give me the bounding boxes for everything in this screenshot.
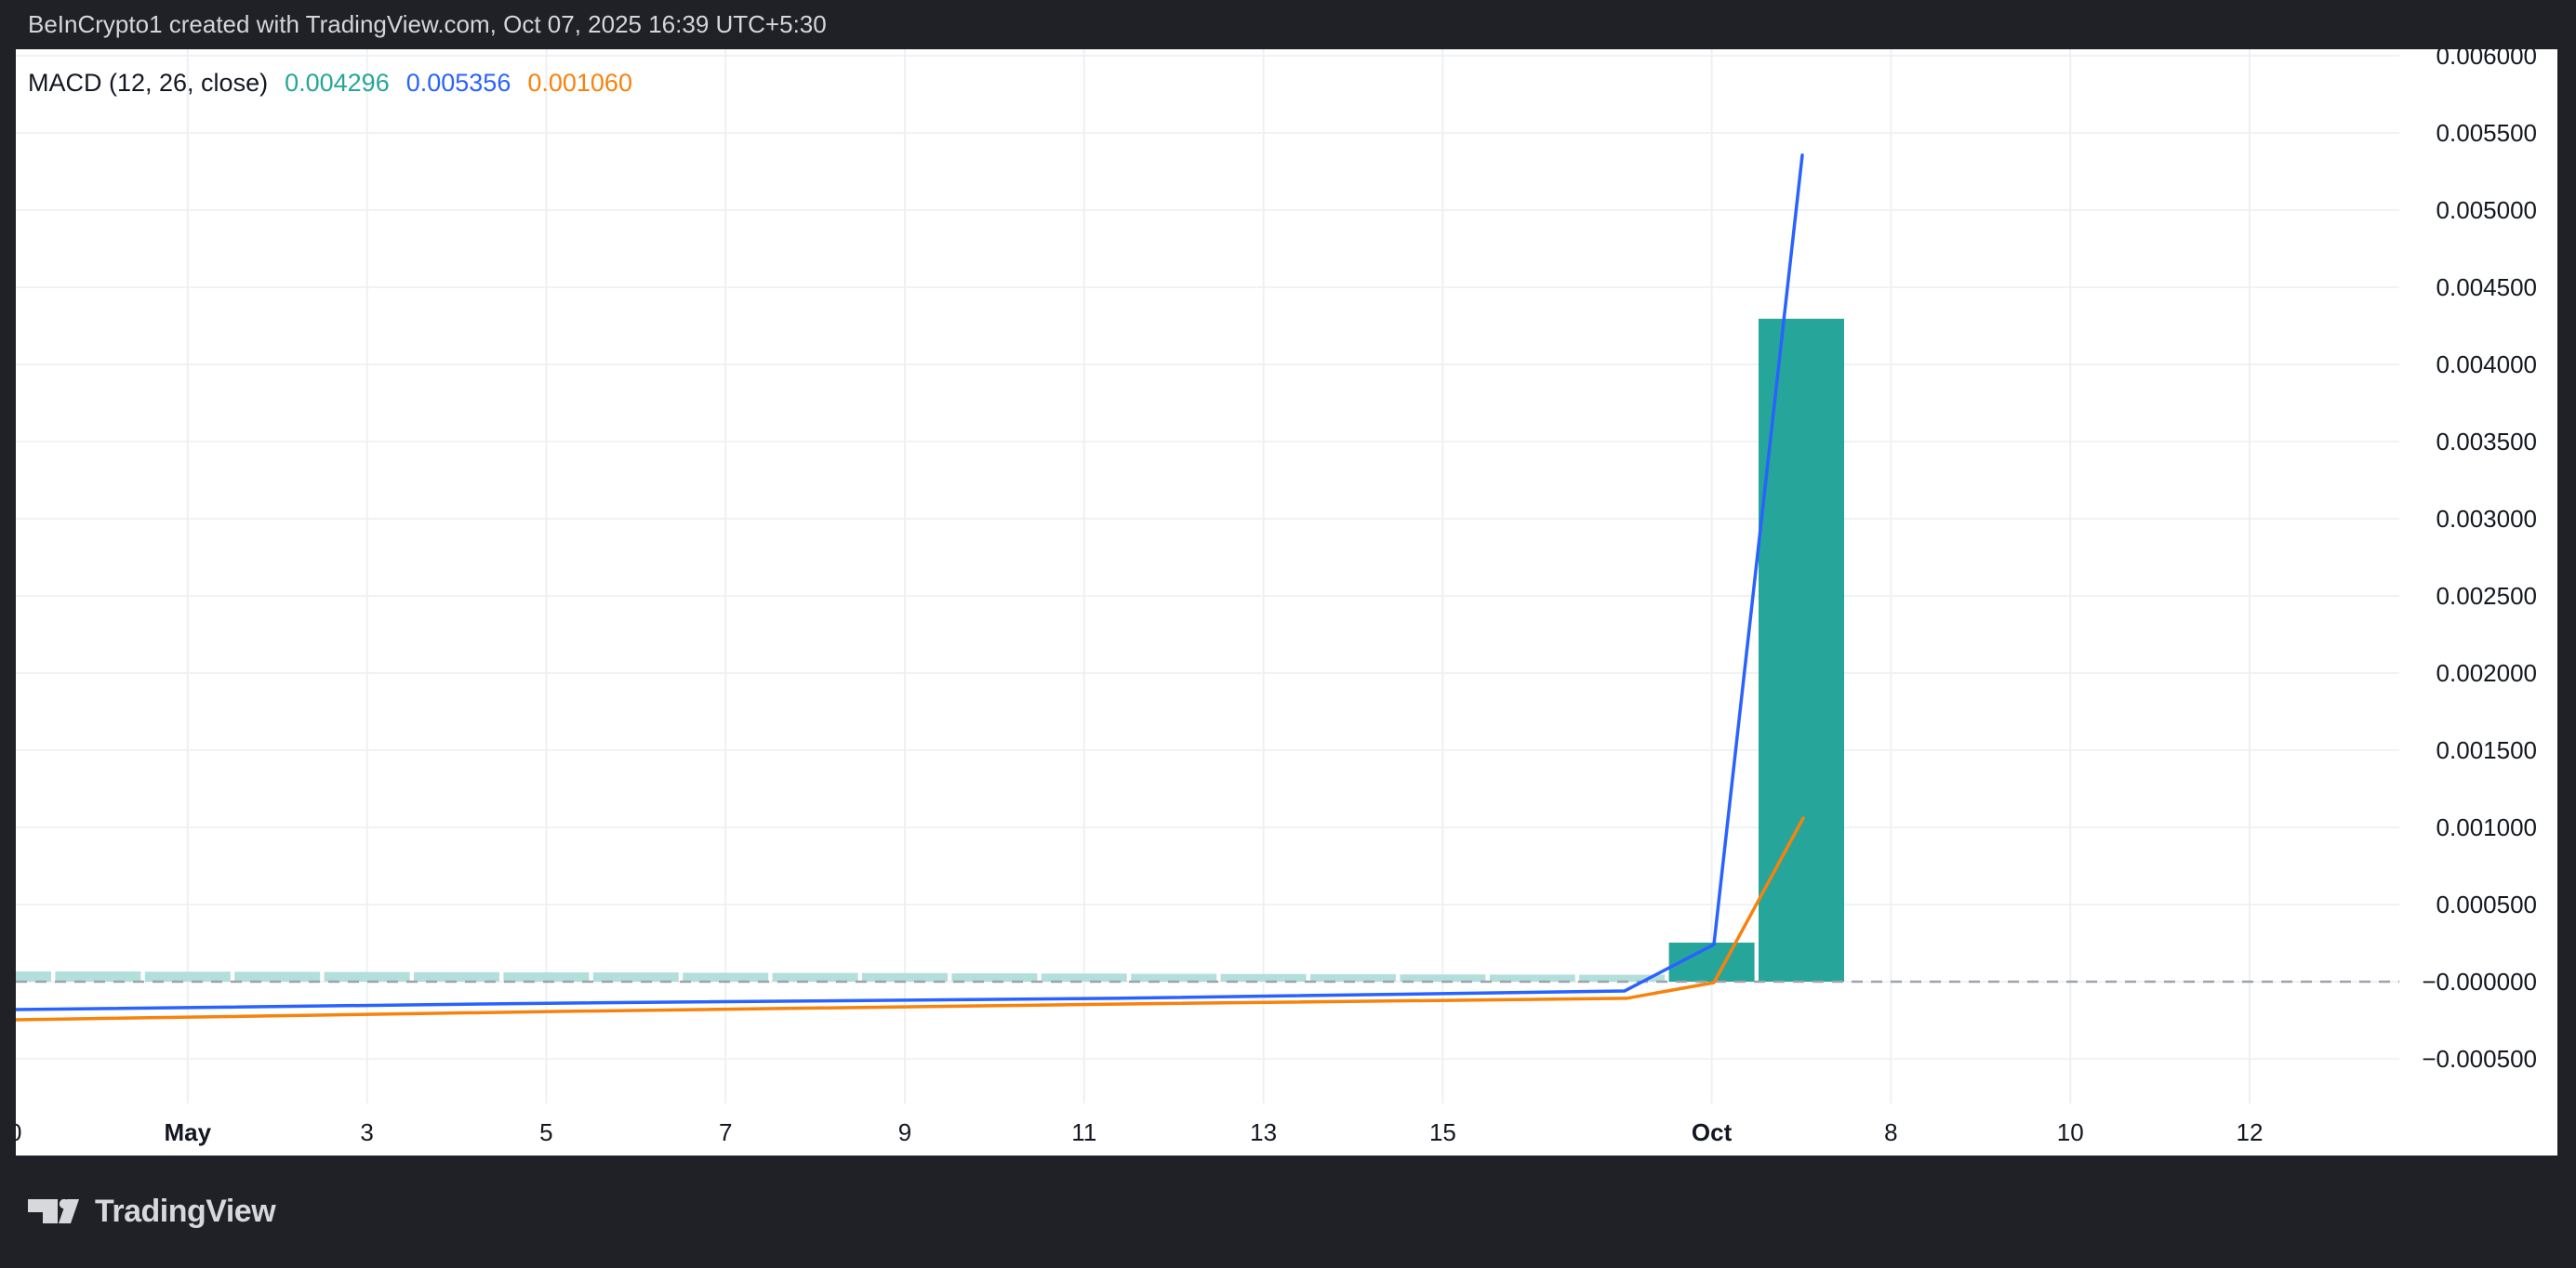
x-axis-label[interactable]: 5: [539, 1118, 552, 1146]
histogram-bar: [1131, 974, 1216, 982]
tradingview-brand: TradingView: [28, 1194, 275, 1230]
header-bar: BeInCrypto1 created with TradingView.com…: [0, 0, 2576, 49]
x-axis-label[interactable]: 8: [1884, 1118, 1897, 1146]
y-axis-label[interactable]: −0.000000: [2422, 968, 2537, 996]
signal-line-value: 0.001060: [527, 69, 632, 98]
histogram-bar: [1042, 973, 1127, 982]
signal-line: [16, 818, 1803, 1020]
y-axis-label[interactable]: 0.000500: [2437, 891, 2537, 918]
histogram-bar: [145, 971, 231, 982]
x-axis-label[interactable]: 12: [2237, 1118, 2264, 1146]
y-axis-label[interactable]: 0.002000: [2437, 659, 2537, 687]
x-axis-label[interactable]: 7: [719, 1118, 732, 1146]
y-axis-label[interactable]: 0.004000: [2437, 350, 2537, 378]
x-axis-label[interactable]: 13: [1250, 1118, 1277, 1146]
chart-panel: 0.006000 0.005500 0.005000 0.004500 0.004000…: [16, 49, 2557, 1156]
indicator-legend-label: MACD (12, 26, close): [28, 69, 268, 98]
histogram-bar: [503, 972, 589, 982]
x-axis-label[interactable]: Oct: [1692, 1118, 1733, 1146]
tradingview-logo-icon: [28, 1199, 82, 1224]
tradingview-brand-text: TradingView: [95, 1194, 275, 1230]
histogram-bar: [16, 971, 51, 982]
histogram-bar: [234, 971, 320, 982]
y-axis-label[interactable]: −0.000500: [2422, 1045, 2537, 1073]
x-axis-label[interactable]: 10: [2057, 1118, 2084, 1146]
histogram-bar: [683, 972, 768, 982]
macd-chart-plot[interactable]: 0.006000 0.005500 0.005000 0.004500 0.004000…: [16, 49, 2557, 1156]
footer-bar: TradingView: [0, 1156, 2576, 1268]
y-axis-label[interactable]: 0.006000: [2437, 49, 2537, 70]
histogram-value: 0.004296: [285, 69, 390, 98]
histogram-bar: [325, 972, 410, 982]
histogram-bar: [414, 972, 499, 982]
x-axis-label[interactable]: 3: [360, 1118, 373, 1146]
histogram-bar: [593, 972, 679, 982]
x-axis-label[interactable]: 30: [16, 1118, 21, 1146]
y-axis-label[interactable]: 0.003000: [2437, 505, 2537, 533]
histogram-bar: [951, 973, 1037, 982]
x-axis-label[interactable]: 11: [1071, 1118, 1096, 1146]
x-axis-label[interactable]: 9: [898, 1118, 911, 1146]
y-axis-label[interactable]: 0.001000: [2437, 813, 2537, 841]
x-axis-label[interactable]: 15: [1429, 1118, 1456, 1146]
macd-line-value: 0.005356: [406, 69, 511, 98]
histogram-bar: [773, 973, 858, 982]
y-axis-label[interactable]: 0.004500: [2437, 273, 2537, 301]
y-axis-label[interactable]: 0.002500: [2437, 582, 2537, 610]
indicator-legend: MACD (12, 26, close) 0.004296 0.005356 0…: [28, 69, 632, 98]
y-axis-label[interactable]: 0.001500: [2437, 736, 2537, 764]
histogram-bar: [862, 973, 948, 982]
x-axis-label[interactable]: May: [165, 1118, 212, 1146]
y-axis-label[interactable]: 0.005500: [2437, 119, 2537, 147]
attribution-title: BeInCrypto1 created with TradingView.com…: [28, 10, 827, 38]
histogram-bar: [55, 971, 140, 982]
y-axis-label[interactable]: 0.003500: [2437, 428, 2537, 456]
macd-line: [16, 155, 1802, 1010]
y-axis-label[interactable]: 0.005000: [2437, 196, 2537, 224]
